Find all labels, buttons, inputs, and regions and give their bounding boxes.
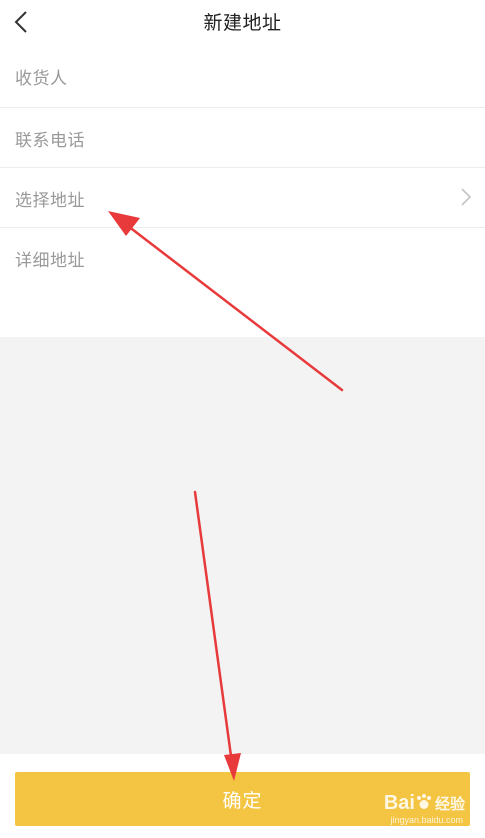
- watermark-brand-left: Bai: [383, 792, 415, 814]
- page-title: 新建地址: [203, 12, 282, 34]
- phone-field[interactable]: 联系电话: [0, 108, 485, 167]
- watermark-url: jingyan.baidu.com: [390, 815, 463, 825]
- consignee-field[interactable]: 收货人: [0, 46, 485, 107]
- detail-address-field[interactable]: 详细地址: [0, 228, 485, 337]
- paw-icon: [416, 794, 431, 809]
- select-address-label: 选择地址: [15, 191, 85, 211]
- select-address-row[interactable]: 选择地址: [0, 168, 485, 227]
- watermark-brand-right: 经验: [434, 796, 465, 813]
- detail-address-label: 详细地址: [15, 251, 85, 271]
- consignee-label: 收货人: [15, 69, 68, 89]
- content-area: [0, 337, 485, 754]
- phone-label: 联系电话: [15, 131, 85, 151]
- address-form: 收货人 联系电话 选择地址 详细地址: [0, 46, 485, 337]
- navigation-bar: 新建地址: [0, 0, 485, 46]
- chevron-right-icon: [461, 188, 472, 206]
- watermark-logo: Bai 经验: [384, 793, 465, 815]
